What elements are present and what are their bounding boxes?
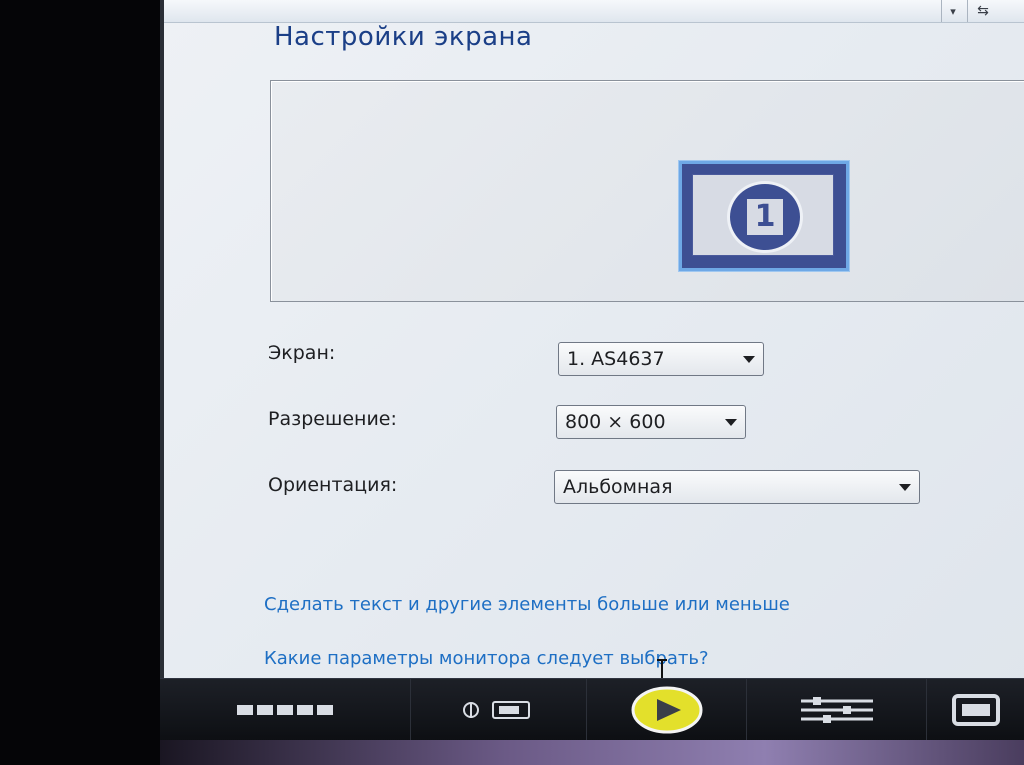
chevron-down-icon [899, 484, 911, 491]
taskbar-media-button[interactable] [586, 679, 747, 741]
which-settings-link[interactable]: Какие параметры монитора следует выбрать… [264, 648, 709, 669]
display-select[interactable]: 1. AS4637 [558, 342, 764, 376]
taskbar-mixer-button[interactable] [746, 679, 927, 741]
taskbar-network-button[interactable] [410, 679, 587, 741]
orientation-select-value: Альбомная [563, 476, 673, 498]
display-label: Экран: [268, 342, 336, 364]
address-bar: ▾ ⇆ [164, 0, 1024, 23]
taskbar [160, 678, 1024, 741]
taskbar-apps-button[interactable] [160, 679, 410, 741]
desktop-edge [160, 740, 1024, 765]
display-select-value: 1. AS4637 [567, 348, 665, 370]
monitor-bezel [0, 0, 168, 765]
apps-grid-icon [237, 705, 333, 715]
chevron-down-icon: ▾ [950, 4, 956, 18]
resolution-select[interactable]: 800 × 600 [556, 405, 746, 439]
orientation-select[interactable]: Альбомная [554, 470, 920, 504]
resolution-select-value: 800 × 600 [565, 411, 666, 433]
window-icon [952, 694, 1000, 726]
monitor-number-badge: 1 [727, 181, 803, 253]
monitor-screen: 1 [692, 174, 834, 256]
refresh-button[interactable]: ⇆ [967, 0, 998, 22]
page-title: Настройки экрана [274, 22, 533, 52]
chevron-down-icon [743, 356, 755, 363]
chevron-down-icon [725, 419, 737, 426]
monitor-number: 1 [747, 199, 783, 235]
text-size-link[interactable]: Сделать текст и другие элементы больше и… [264, 594, 790, 615]
refresh-icon: ⇆ [977, 3, 989, 19]
monitor-tile[interactable]: 1 [679, 161, 849, 271]
monitor-preview-panel: 1 [270, 80, 1024, 302]
network-usb-icon [463, 701, 530, 719]
taskbar-window-button[interactable] [926, 679, 1024, 741]
display-settings-window: ▾ ⇆ Настройки экрана 1 Экран: 1. AS4637 … [160, 0, 1024, 700]
media-player-icon [631, 686, 703, 734]
orientation-label: Ориентация: [268, 474, 398, 496]
address-dropdown-button[interactable]: ▾ [941, 0, 964, 22]
mixer-icon [801, 697, 873, 723]
resolution-label: Разрешение: [268, 408, 397, 430]
